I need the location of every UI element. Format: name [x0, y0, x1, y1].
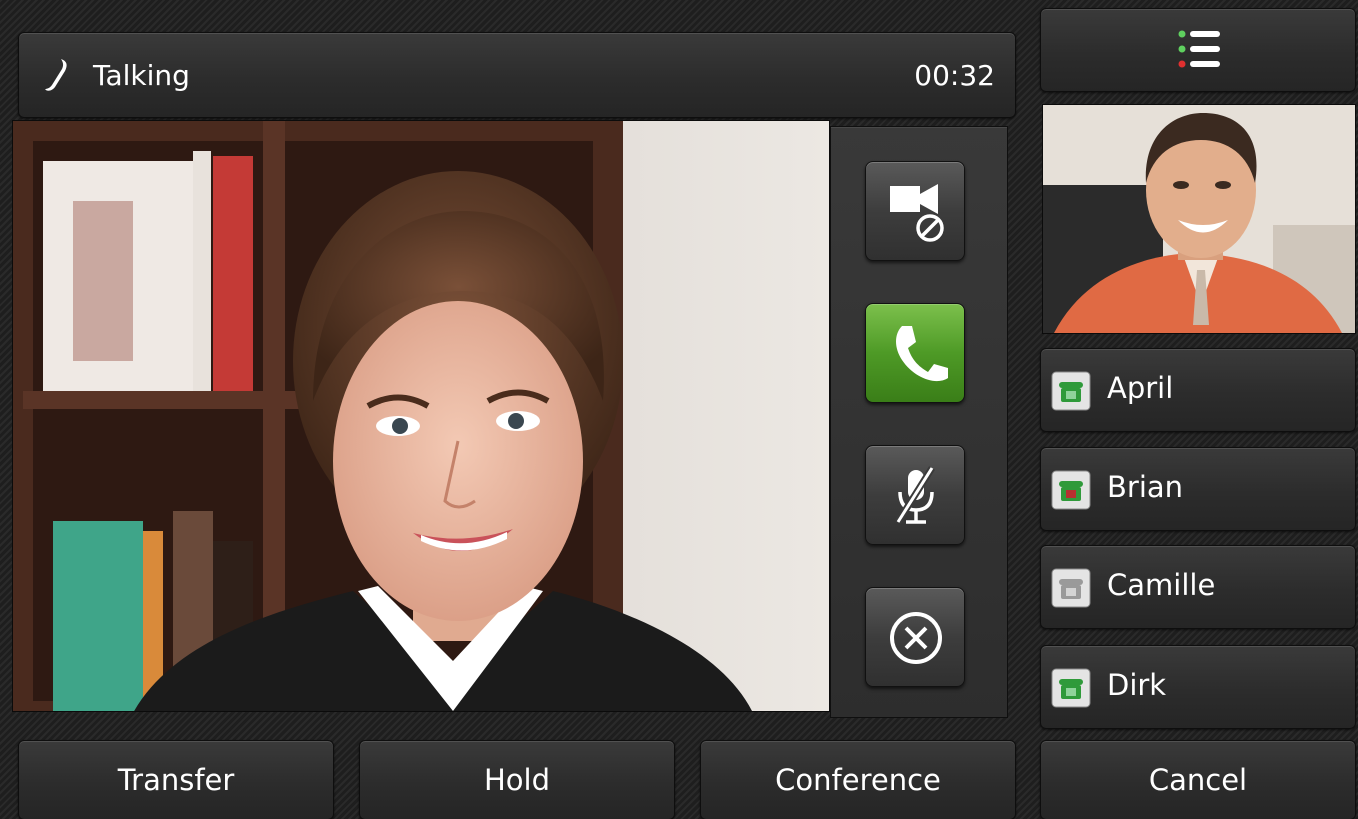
conference-label: Conference [775, 763, 941, 797]
end-call-button[interactable] [865, 587, 965, 687]
contact-name: Brian [1107, 470, 1184, 504]
contact-name: April [1107, 371, 1174, 405]
contact-brian[interactable]: Brian [1040, 447, 1356, 531]
hold-button[interactable]: Hold [359, 740, 675, 819]
transfer-label: Transfer [117, 763, 235, 797]
call-status-label: Talking [93, 59, 190, 92]
desk-phone-icon [1051, 470, 1091, 510]
desk-phone-icon [1051, 371, 1091, 411]
contact-dirk[interactable]: Dirk [1040, 645, 1356, 729]
phone-icon [896, 326, 948, 382]
video-off-button[interactable] [865, 161, 965, 261]
camera-off-icon [890, 184, 944, 242]
transfer-button[interactable]: Transfer [18, 740, 334, 819]
answer-button[interactable] [865, 303, 965, 403]
desk-phone-icon [1051, 568, 1091, 608]
mute-button[interactable] [865, 445, 965, 545]
handset-icon [45, 59, 67, 91]
cancel-button[interactable]: Cancel [1040, 740, 1356, 819]
call-status-bar: Talking 00:32 [18, 32, 1016, 118]
local-preview-image [1043, 105, 1355, 333]
call-timer: 00:32 [914, 59, 995, 92]
contact-name: Camille [1107, 568, 1216, 602]
close-circle-icon [890, 612, 942, 664]
contact-name: Dirk [1107, 668, 1167, 702]
call-controls [830, 126, 1008, 718]
mic-muted-icon [895, 466, 935, 524]
desk-phone-icon [1051, 668, 1091, 708]
remote-video-image [13, 121, 829, 711]
local-preview [1042, 104, 1356, 334]
menu-button[interactable] [1040, 8, 1356, 92]
contact-april[interactable]: April [1040, 348, 1356, 432]
contact-camille[interactable]: Camille [1040, 545, 1356, 629]
conference-button[interactable]: Conference [700, 740, 1016, 819]
hold-label: Hold [483, 763, 550, 797]
remote-video [12, 120, 830, 712]
cancel-label: Cancel [1148, 763, 1248, 797]
list-icon [1178, 30, 1220, 68]
